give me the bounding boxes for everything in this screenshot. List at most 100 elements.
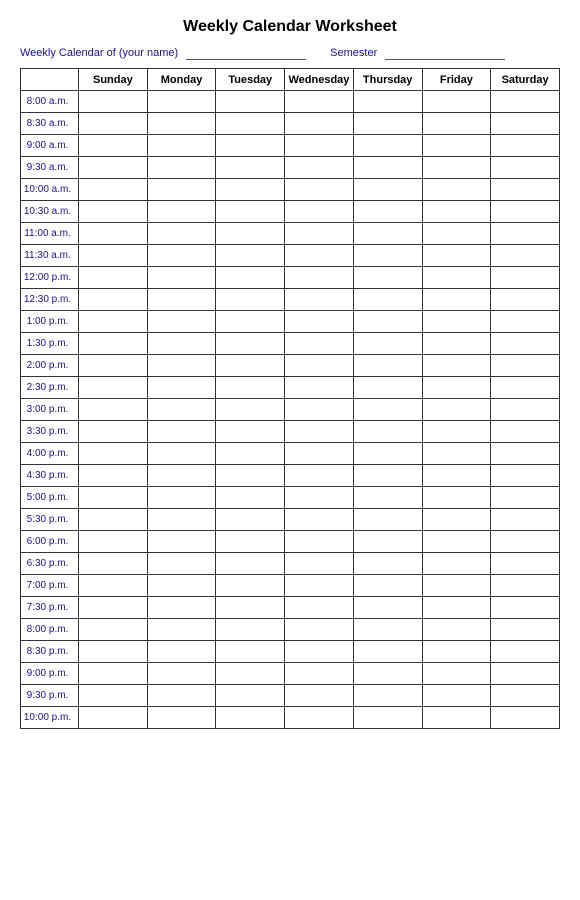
calendar-cell[interactable]	[147, 575, 216, 597]
calendar-cell[interactable]	[216, 311, 285, 333]
calendar-cell[interactable]	[79, 685, 148, 707]
calendar-cell[interactable]	[422, 421, 491, 443]
calendar-cell[interactable]	[285, 201, 354, 223]
calendar-cell[interactable]	[147, 157, 216, 179]
calendar-cell[interactable]	[147, 619, 216, 641]
calendar-cell[interactable]	[353, 223, 422, 245]
calendar-cell[interactable]	[79, 421, 148, 443]
calendar-cell[interactable]	[285, 179, 354, 201]
calendar-cell[interactable]	[147, 531, 216, 553]
calendar-cell[interactable]	[79, 223, 148, 245]
calendar-cell[interactable]	[79, 311, 148, 333]
calendar-cell[interactable]	[285, 575, 354, 597]
calendar-cell[interactable]	[216, 223, 285, 245]
calendar-cell[interactable]	[491, 267, 560, 289]
calendar-cell[interactable]	[216, 509, 285, 531]
calendar-cell[interactable]	[353, 201, 422, 223]
calendar-cell[interactable]	[491, 91, 560, 113]
calendar-cell[interactable]	[147, 707, 216, 729]
calendar-cell[interactable]	[216, 663, 285, 685]
calendar-cell[interactable]	[422, 267, 491, 289]
calendar-cell[interactable]	[216, 641, 285, 663]
calendar-cell[interactable]	[353, 663, 422, 685]
calendar-cell[interactable]	[79, 597, 148, 619]
calendar-cell[interactable]	[491, 619, 560, 641]
calendar-cell[interactable]	[422, 619, 491, 641]
calendar-cell[interactable]	[285, 267, 354, 289]
calendar-cell[interactable]	[79, 641, 148, 663]
calendar-cell[interactable]	[353, 135, 422, 157]
calendar-cell[interactable]	[79, 201, 148, 223]
calendar-cell[interactable]	[285, 421, 354, 443]
calendar-cell[interactable]	[353, 465, 422, 487]
calendar-cell[interactable]	[216, 333, 285, 355]
calendar-cell[interactable]	[353, 487, 422, 509]
calendar-cell[interactable]	[147, 377, 216, 399]
calendar-cell[interactable]	[285, 289, 354, 311]
calendar-cell[interactable]	[285, 355, 354, 377]
calendar-cell[interactable]	[353, 421, 422, 443]
calendar-cell[interactable]	[79, 399, 148, 421]
calendar-cell[interactable]	[285, 685, 354, 707]
calendar-cell[interactable]	[285, 707, 354, 729]
calendar-cell[interactable]	[147, 663, 216, 685]
calendar-cell[interactable]	[491, 553, 560, 575]
calendar-cell[interactable]	[353, 377, 422, 399]
calendar-cell[interactable]	[147, 355, 216, 377]
calendar-cell[interactable]	[285, 531, 354, 553]
calendar-cell[interactable]	[285, 553, 354, 575]
calendar-cell[interactable]	[422, 575, 491, 597]
calendar-cell[interactable]	[147, 421, 216, 443]
calendar-cell[interactable]	[216, 575, 285, 597]
calendar-cell[interactable]	[79, 113, 148, 135]
calendar-cell[interactable]	[79, 509, 148, 531]
calendar-cell[interactable]	[79, 443, 148, 465]
calendar-cell[interactable]	[491, 333, 560, 355]
calendar-cell[interactable]	[285, 91, 354, 113]
calendar-cell[interactable]	[79, 619, 148, 641]
calendar-cell[interactable]	[491, 443, 560, 465]
calendar-cell[interactable]	[422, 663, 491, 685]
calendar-cell[interactable]	[422, 91, 491, 113]
calendar-cell[interactable]	[216, 619, 285, 641]
calendar-cell[interactable]	[422, 245, 491, 267]
calendar-cell[interactable]	[491, 685, 560, 707]
calendar-cell[interactable]	[147, 333, 216, 355]
calendar-cell[interactable]	[79, 179, 148, 201]
calendar-cell[interactable]	[353, 333, 422, 355]
calendar-cell[interactable]	[285, 377, 354, 399]
calendar-cell[interactable]	[79, 289, 148, 311]
calendar-cell[interactable]	[216, 157, 285, 179]
calendar-cell[interactable]	[353, 179, 422, 201]
calendar-cell[interactable]	[353, 619, 422, 641]
calendar-cell[interactable]	[491, 355, 560, 377]
calendar-cell[interactable]	[491, 531, 560, 553]
calendar-cell[interactable]	[147, 311, 216, 333]
calendar-cell[interactable]	[353, 113, 422, 135]
calendar-cell[interactable]	[353, 531, 422, 553]
calendar-cell[interactable]	[147, 91, 216, 113]
calendar-cell[interactable]	[285, 641, 354, 663]
calendar-cell[interactable]	[147, 685, 216, 707]
calendar-cell[interactable]	[491, 113, 560, 135]
calendar-cell[interactable]	[285, 135, 354, 157]
calendar-cell[interactable]	[79, 91, 148, 113]
calendar-cell[interactable]	[285, 333, 354, 355]
calendar-cell[interactable]	[353, 553, 422, 575]
calendar-cell[interactable]	[353, 267, 422, 289]
calendar-cell[interactable]	[216, 421, 285, 443]
calendar-cell[interactable]	[353, 289, 422, 311]
calendar-cell[interactable]	[216, 355, 285, 377]
calendar-cell[interactable]	[491, 135, 560, 157]
calendar-cell[interactable]	[147, 399, 216, 421]
calendar-cell[interactable]	[491, 179, 560, 201]
calendar-cell[interactable]	[285, 223, 354, 245]
calendar-cell[interactable]	[216, 113, 285, 135]
calendar-cell[interactable]	[79, 663, 148, 685]
calendar-cell[interactable]	[422, 113, 491, 135]
calendar-cell[interactable]	[147, 465, 216, 487]
calendar-cell[interactable]	[353, 707, 422, 729]
calendar-cell[interactable]	[79, 267, 148, 289]
calendar-cell[interactable]	[353, 597, 422, 619]
calendar-cell[interactable]	[216, 443, 285, 465]
